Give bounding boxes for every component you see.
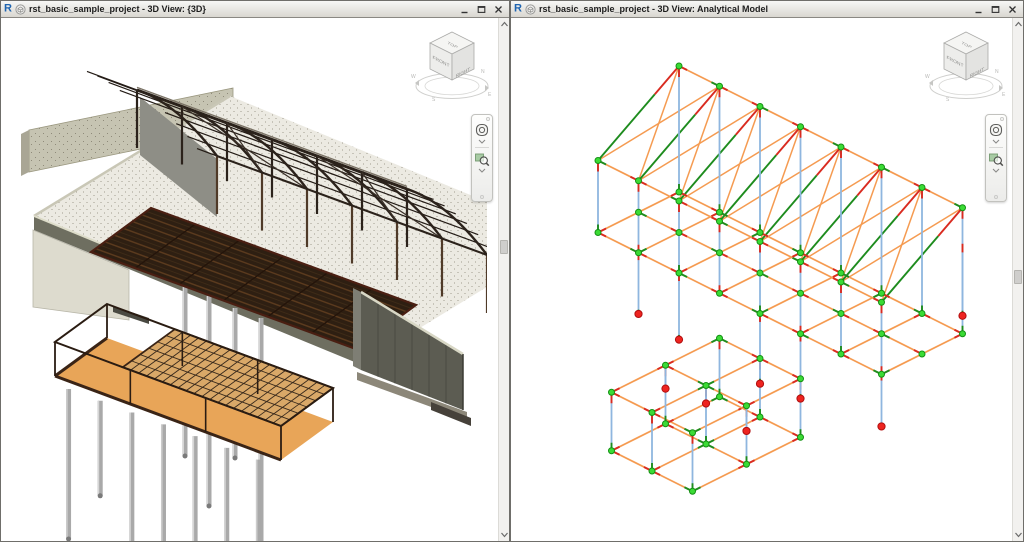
- navigation-bar: [471, 114, 493, 202]
- minimize-button[interactable]: [971, 3, 986, 15]
- compass-north-label[interactable]: N: [481, 69, 485, 75]
- zoom-button[interactable]: [474, 151, 490, 167]
- zoom-icon: [989, 153, 1004, 167]
- chevron-up-icon: [1014, 21, 1022, 27]
- maximize-icon: [991, 5, 1000, 13]
- viewport-3d-analytical[interactable]: N E S W TOP FRONT RIGHT: [511, 18, 1023, 541]
- navbar-divider: [475, 147, 489, 148]
- chevron-down-icon: [478, 139, 486, 144]
- navbar-divider: [989, 147, 1003, 148]
- window-3d-view-physical: R rst_basic_sample_project - 3D View: {3…: [0, 0, 510, 542]
- viewcube[interactable]: N E S W TOP FRONT RIGHT: [919, 22, 1007, 118]
- compass-north-label[interactable]: N: [995, 69, 999, 75]
- minimize-icon: [975, 11, 982, 13]
- compass-south-label[interactable]: S: [946, 97, 950, 103]
- minimize-icon: [461, 11, 468, 13]
- viewcube[interactable]: N E S W TOP FRONT RIGHT: [405, 22, 493, 118]
- steering-wheel-icon: [475, 123, 489, 137]
- titlebar-analytical[interactable]: R rst_basic_sample_project - 3D View: An…: [511, 1, 1023, 18]
- window-title: rst_basic_sample_project - 3D View: Anal…: [538, 4, 769, 14]
- scroll-down-button[interactable]: [499, 528, 509, 541]
- vertical-scrollbar[interactable]: [498, 18, 509, 541]
- scrollbar-thumb[interactable]: [1014, 269, 1022, 284]
- navbar-handle-dot-top: [1000, 117, 1004, 121]
- chevron-down-icon: [478, 168, 486, 173]
- steering-wheel-icon: [989, 123, 1003, 137]
- scrollbar-track[interactable]: [1013, 31, 1023, 528]
- titlebar-physical[interactable]: R rst_basic_sample_project - 3D View: {3…: [1, 1, 509, 18]
- revit-logo-icon: R: [4, 2, 12, 14]
- steering-wheel-menu-arrow[interactable]: [992, 139, 1000, 144]
- scroll-down-button[interactable]: [1013, 528, 1023, 541]
- maximize-button[interactable]: [474, 3, 489, 15]
- navbar-handle-dot-bottom: [994, 195, 998, 199]
- compass-west-label[interactable]: W: [925, 74, 930, 80]
- revit-logo-icon: R: [514, 2, 522, 14]
- scrollbar-thumb[interactable]: [500, 239, 508, 254]
- zoom-menu-arrow[interactable]: [478, 168, 486, 173]
- steering-wheel-button[interactable]: [474, 122, 490, 138]
- compass-east-label[interactable]: E: [488, 92, 492, 98]
- maximize-icon: [477, 5, 486, 13]
- close-button[interactable]: [491, 3, 506, 15]
- viewport-3d-physical[interactable]: N E S W TOP FRONT RIGHT: [1, 18, 509, 541]
- chevron-down-icon: [500, 532, 508, 538]
- window-title: rst_basic_sample_project - 3D View: {3D}: [28, 4, 206, 14]
- maximize-button[interactable]: [988, 3, 1003, 15]
- scrollbar-track[interactable]: [499, 31, 509, 528]
- chevron-down-icon: [992, 168, 1000, 173]
- view-3d-icon: [15, 3, 26, 15]
- close-icon: [495, 5, 502, 13]
- compass-east-label[interactable]: E: [1002, 92, 1006, 98]
- navigation-bar: [985, 114, 1007, 202]
- chevron-up-icon: [500, 21, 508, 27]
- navbar-handle-dot-top: [486, 117, 490, 121]
- close-icon: [1009, 5, 1016, 13]
- view-3d-icon: [525, 3, 536, 15]
- minimize-button[interactable]: [457, 3, 472, 15]
- scroll-up-button[interactable]: [499, 18, 509, 31]
- steering-wheel-menu-arrow[interactable]: [478, 139, 486, 144]
- window-3d-view-analytical: R rst_basic_sample_project - 3D View: An…: [510, 0, 1024, 542]
- chevron-down-icon: [992, 139, 1000, 144]
- zoom-button[interactable]: [988, 151, 1004, 167]
- compass-west-label[interactable]: W: [411, 74, 416, 80]
- vertical-scrollbar[interactable]: [1012, 18, 1023, 541]
- zoom-menu-arrow[interactable]: [992, 168, 1000, 173]
- steering-wheel-button[interactable]: [988, 122, 1004, 138]
- navbar-handle-dot-bottom: [480, 195, 484, 199]
- scroll-up-button[interactable]: [1013, 18, 1023, 31]
- close-button[interactable]: [1005, 3, 1020, 15]
- chevron-down-icon: [1014, 532, 1022, 538]
- compass-south-label[interactable]: S: [432, 97, 436, 103]
- zoom-icon: [475, 153, 490, 167]
